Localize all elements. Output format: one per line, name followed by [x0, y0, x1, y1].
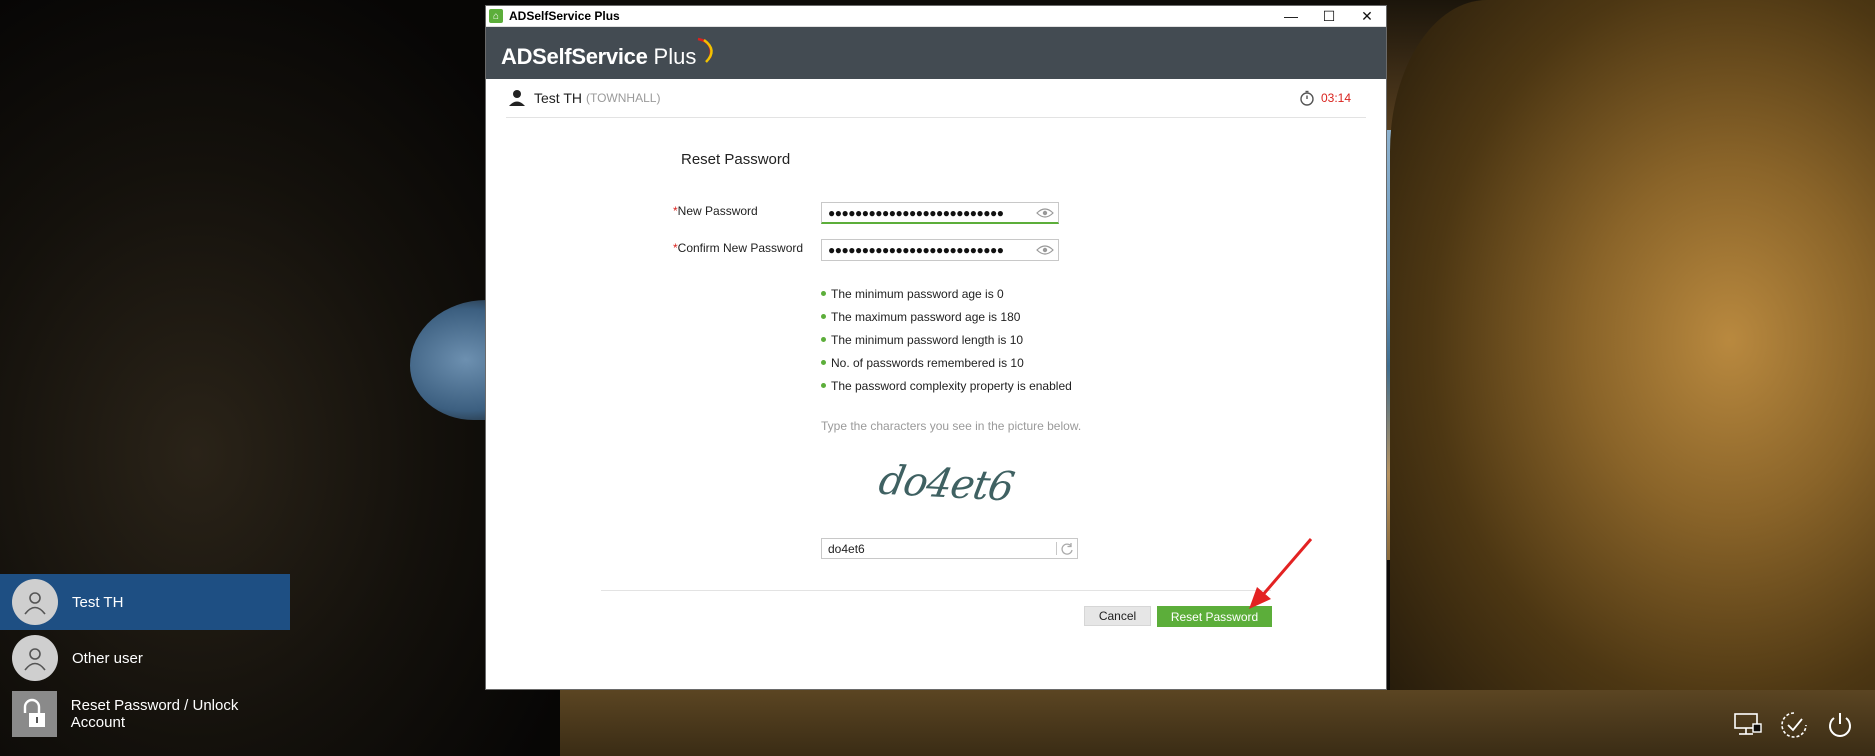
ease-of-access-icon[interactable] — [1777, 708, 1811, 742]
captcha-image: do4et6 — [874, 454, 1018, 514]
login-user-label: Test TH — [72, 593, 124, 611]
lock-avatar — [12, 691, 57, 737]
confirm-password-input[interactable]: ●●●●●●●●●●●●●●●●●●●●●●●●●● — [821, 239, 1059, 261]
person-icon — [24, 648, 46, 671]
bullet-icon — [821, 314, 826, 319]
list-item: The password complexity property is enab… — [821, 374, 1072, 397]
captcha-input-value: do4et6 — [828, 541, 865, 556]
bullet-icon — [821, 360, 826, 365]
user-name: Test TH — [534, 90, 582, 106]
login-user-test-th[interactable]: Test TH — [0, 574, 290, 630]
list-item: No. of passwords remembered is 10 — [821, 351, 1072, 374]
cancel-button[interactable]: Cancel — [1084, 606, 1151, 626]
timer-value: 03:14 — [1320, 91, 1351, 105]
app-icon: ⌂ — [489, 9, 503, 23]
login-user-label: Reset Password / Unlock Account — [70, 697, 239, 731]
minimize-button[interactable]: — — [1272, 6, 1310, 26]
login-user-other[interactable]: Other user — [0, 630, 290, 686]
logo-brand: ADSelfService — [501, 44, 648, 69]
logo-plus: Plus — [653, 44, 697, 69]
app-header: ADSelfService Plus — [486, 27, 1386, 79]
list-item: The maximum password age is 180 — [821, 305, 1072, 328]
window-titlebar[interactable]: ⌂ ADSelfService Plus — ☐ ✕ — [486, 6, 1386, 27]
maximize-button[interactable]: ☐ — [1310, 6, 1348, 26]
avatar — [12, 635, 58, 681]
refresh-captcha-icon[interactable] — [1060, 542, 1074, 556]
bullet-icon — [821, 383, 826, 388]
system-tray — [1731, 708, 1857, 742]
user-bar: Test TH (TOWNHALL) 03:14 — [506, 79, 1366, 118]
annotation-arrow-icon — [1249, 538, 1313, 609]
close-button[interactable]: ✕ — [1348, 6, 1386, 26]
confirm-password-label-text: Confirm New Password — [677, 241, 804, 255]
network-icon[interactable] — [1731, 708, 1765, 742]
new-password-label-text: New Password — [677, 204, 758, 218]
show-password-icon[interactable] — [1036, 244, 1054, 256]
new-password-input[interactable]: ●●●●●●●●●●●●●●●●●●●●●●●●●● — [821, 202, 1059, 224]
captcha-text: do4et6 — [874, 457, 1018, 511]
power-icon[interactable] — [1823, 708, 1857, 742]
user-domain: (TOWNHALL) — [585, 91, 661, 105]
bullet-icon — [821, 291, 826, 296]
form-title: Reset Password — [681, 151, 791, 168]
password-policy-list: The minimum password age is 0 The maximu… — [821, 282, 1072, 397]
lock-icon — [24, 698, 46, 727]
login-reset-unlock[interactable]: Reset Password / Unlock Account — [0, 686, 290, 742]
window-controls: — ☐ ✕ — [1272, 6, 1386, 26]
window-title: ADSelfService Plus — [509, 9, 620, 23]
person-icon — [24, 592, 46, 615]
list-item: The minimum password age is 0 — [821, 282, 1072, 305]
confirm-password-value: ●●●●●●●●●●●●●●●●●●●●●●●●●● — [828, 243, 1004, 257]
app-logo: ADSelfService Plus — [501, 36, 716, 70]
footer-divider — [601, 590, 1271, 591]
new-password-value: ●●●●●●●●●●●●●●●●●●●●●●●●●● — [828, 205, 1004, 220]
login-user-label: Other user — [72, 649, 143, 667]
user-icon — [509, 90, 525, 106]
session-timer: 03:14 — [1299, 90, 1351, 106]
avatar — [12, 579, 58, 625]
new-password-label: *New Password — [673, 204, 758, 218]
stopwatch-icon — [1300, 90, 1314, 106]
login-user-list: Test TH Other user Reset Password / Unlo… — [0, 574, 290, 742]
captcha-hint: Type the characters you see in the pictu… — [821, 419, 1082, 433]
captcha-input[interactable]: do4et6 — [821, 538, 1078, 559]
logo-arc-icon — [698, 37, 714, 63]
show-password-icon[interactable] — [1036, 207, 1054, 219]
bullet-icon — [821, 337, 826, 342]
confirm-password-label: *Confirm New Password — [673, 241, 803, 255]
list-item: The minimum password length is 10 — [821, 328, 1072, 351]
